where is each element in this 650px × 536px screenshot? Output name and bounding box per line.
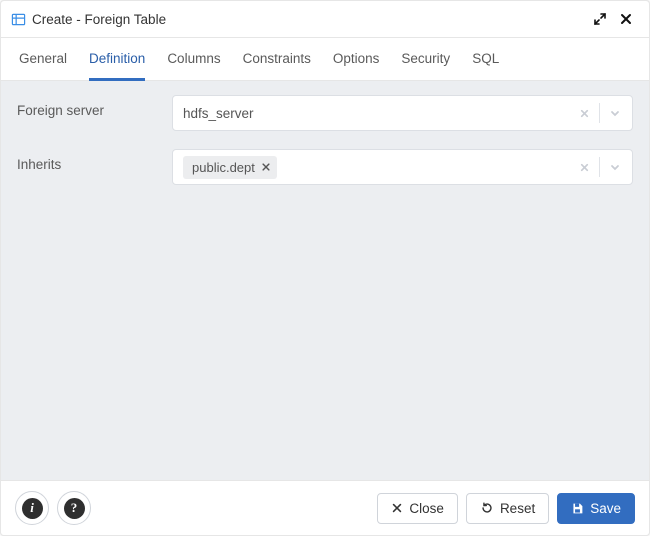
close-icon xyxy=(391,502,403,514)
inherits-select[interactable]: public.dept xyxy=(172,149,633,185)
reset-icon xyxy=(480,501,494,515)
inherits-token-label: public.dept xyxy=(192,160,255,175)
help-icon: ? xyxy=(64,498,85,519)
reset-button[interactable]: Reset xyxy=(466,493,549,524)
maximize-button[interactable] xyxy=(589,8,611,30)
close-dialog-button[interactable] xyxy=(615,8,637,30)
foreign-server-row: Foreign server hdfs_server xyxy=(17,95,633,131)
tab-constraints[interactable]: Constraints xyxy=(243,38,311,81)
tab-sql[interactable]: SQL xyxy=(472,38,499,81)
save-icon xyxy=(571,502,584,515)
tab-definition[interactable]: Definition xyxy=(89,38,145,81)
tab-security[interactable]: Security xyxy=(401,38,450,81)
clear-icon[interactable] xyxy=(574,107,595,120)
inherits-label: Inherits xyxy=(17,149,172,172)
tab-columns[interactable]: Columns xyxy=(167,38,220,81)
chevron-down-icon[interactable] xyxy=(604,106,626,120)
tab-general[interactable]: General xyxy=(19,38,67,81)
help-button[interactable]: ? xyxy=(57,491,91,525)
close-button[interactable]: Close xyxy=(377,493,458,524)
inherits-token-area: public.dept xyxy=(183,156,574,179)
separator xyxy=(599,103,600,123)
footer: i ? Close Reset xyxy=(1,480,649,535)
tab-content: Foreign server hdfs_server xyxy=(1,81,649,480)
reset-label: Reset xyxy=(500,501,535,516)
create-foreign-table-dialog: Create - Foreign Table General Definitio… xyxy=(0,0,650,536)
foreign-server-select[interactable]: hdfs_server xyxy=(172,95,633,131)
foreign-server-value: hdfs_server xyxy=(183,106,574,121)
foreign-server-label: Foreign server xyxy=(17,95,172,118)
chevron-down-icon[interactable] xyxy=(604,160,626,174)
info-button[interactable]: i xyxy=(15,491,49,525)
titlebar: Create - Foreign Table xyxy=(1,1,649,38)
separator xyxy=(599,157,600,177)
dialog-title: Create - Foreign Table xyxy=(32,12,166,27)
remove-token-icon[interactable] xyxy=(261,162,271,172)
tab-bar: General Definition Columns Constraints O… xyxy=(1,38,649,81)
inherits-row: Inherits public.dept xyxy=(17,149,633,185)
tab-options[interactable]: Options xyxy=(333,38,380,81)
foreign-table-icon xyxy=(11,12,26,27)
clear-icon[interactable] xyxy=(574,161,595,174)
close-label: Close xyxy=(409,501,444,516)
info-icon: i xyxy=(22,498,43,519)
inherits-token: public.dept xyxy=(183,156,277,179)
save-label: Save xyxy=(590,501,621,516)
save-button[interactable]: Save xyxy=(557,493,635,524)
